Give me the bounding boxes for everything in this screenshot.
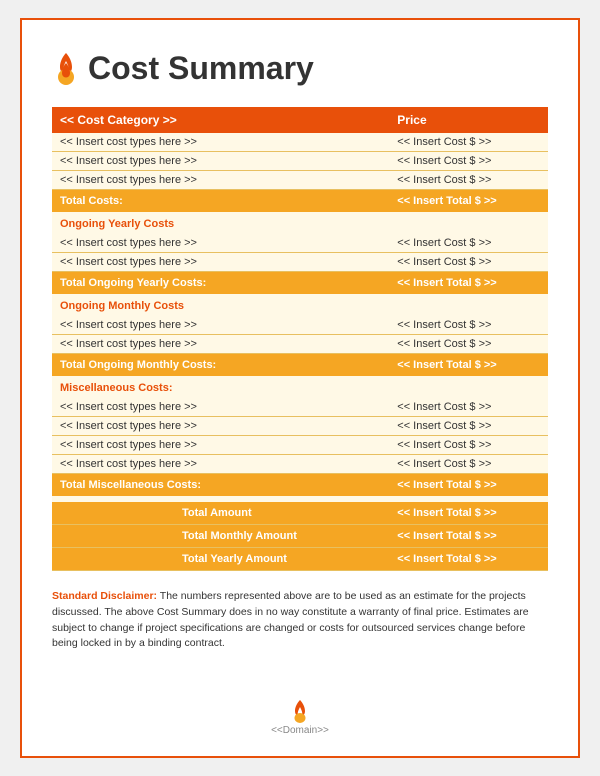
disclaimer-bold: Standard Disclaimer: [52, 590, 157, 602]
summary-row: Total Yearly Amount << Insert Total $ >> [52, 548, 548, 571]
total-label: Total Ongoing Monthly Costs: [52, 354, 389, 377]
table-row: << Insert cost types here >> << Insert C… [52, 133, 548, 152]
total-price: << Insert Total $ >> [389, 474, 548, 497]
summary-label: Total Amount [52, 502, 389, 525]
item-price: << Insert Cost $ >> [389, 316, 548, 335]
header-category: << Cost Category >> [52, 107, 389, 133]
table-row: << Insert cost types here >> << Insert C… [52, 234, 548, 253]
summary-row: Total Monthly Amount << Insert Total $ >… [52, 525, 548, 548]
table-row: << Insert cost types here >> << Insert C… [52, 171, 548, 190]
table-row: << Insert cost types here >> << Insert C… [52, 455, 548, 474]
section-header-row: Ongoing Yearly Costs [52, 212, 548, 234]
item-label: << Insert cost types here >> [52, 316, 389, 335]
section-name: Ongoing Yearly Costs [52, 212, 548, 234]
section-name: Ongoing Monthly Costs [52, 294, 548, 316]
section-header-row: Ongoing Monthly Costs [52, 294, 548, 316]
summary-label: Total Yearly Amount [52, 548, 389, 571]
section-header-row: Miscellaneous Costs: [52, 376, 548, 398]
table-row: << Insert cost types here >> << Insert C… [52, 417, 548, 436]
header: Cost Summary [52, 50, 548, 87]
cost-table: << Cost Category >> Price << Insert cost… [52, 107, 548, 571]
table-row: << Insert cost types here >> << Insert C… [52, 398, 548, 417]
table-row: << Insert cost types here >> << Insert C… [52, 335, 548, 354]
item-price: << Insert Cost $ >> [389, 152, 548, 171]
item-label: << Insert cost types here >> [52, 455, 389, 474]
disclaimer: Standard Disclaimer: The numbers represe… [52, 589, 548, 652]
item-label: << Insert cost types here >> [52, 152, 389, 171]
total-label: Total Miscellaneous Costs: [52, 474, 389, 497]
item-price: << Insert Cost $ >> [389, 417, 548, 436]
footer: <<Domain>> [52, 689, 548, 736]
item-price: << Insert Cost $ >> [389, 455, 548, 474]
item-price: << Insert Cost $ >> [389, 335, 548, 354]
table-row: << Insert cost types here >> << Insert C… [52, 253, 548, 272]
table-header-row: << Cost Category >> Price [52, 107, 548, 133]
item-label: << Insert cost types here >> [52, 234, 389, 253]
total-label: Total Costs: [52, 190, 389, 213]
summary-label: Total Monthly Amount [52, 525, 389, 548]
total-price: << Insert Total $ >> [389, 190, 548, 213]
total-label: Total Ongoing Yearly Costs: [52, 272, 389, 295]
item-label: << Insert cost types here >> [52, 335, 389, 354]
page-title: Cost Summary [88, 50, 314, 87]
section-name: Miscellaneous Costs: [52, 376, 548, 398]
item-price: << Insert Cost $ >> [389, 436, 548, 455]
item-label: << Insert cost types here >> [52, 171, 389, 190]
total-price: << Insert Total $ >> [389, 272, 548, 295]
table-row: << Insert cost types here >> << Insert C… [52, 316, 548, 335]
page: Cost Summary << Cost Category >> Price <… [20, 18, 580, 758]
table-row: << Insert cost types here >> << Insert C… [52, 152, 548, 171]
total-price: << Insert Total $ >> [389, 354, 548, 377]
item-label: << Insert cost types here >> [52, 253, 389, 272]
header-price: Price [389, 107, 548, 133]
item-label: << Insert cost types here >> [52, 417, 389, 436]
summary-price: << Insert Total $ >> [389, 548, 548, 571]
total-row: Total Costs: << Insert Total $ >> [52, 190, 548, 213]
footer-flame-icon [291, 699, 309, 723]
total-row: Total Ongoing Monthly Costs: << Insert T… [52, 354, 548, 377]
total-row: Total Miscellaneous Costs: << Insert Tot… [52, 474, 548, 497]
item-price: << Insert Cost $ >> [389, 133, 548, 152]
table-row: << Insert cost types here >> << Insert C… [52, 436, 548, 455]
item-price: << Insert Cost $ >> [389, 398, 548, 417]
summary-price: << Insert Total $ >> [389, 525, 548, 548]
item-price: << Insert Cost $ >> [389, 253, 548, 272]
total-row: Total Ongoing Yearly Costs: << Insert To… [52, 272, 548, 295]
item-label: << Insert cost types here >> [52, 436, 389, 455]
flame-icon [52, 51, 80, 87]
item-price: << Insert Cost $ >> [389, 171, 548, 190]
item-label: << Insert cost types here >> [52, 133, 389, 152]
summary-price: << Insert Total $ >> [389, 502, 548, 525]
footer-domain: <<Domain>> [271, 725, 329, 736]
item-label: << Insert cost types here >> [52, 398, 389, 417]
summary-row: Total Amount << Insert Total $ >> [52, 502, 548, 525]
item-price: << Insert Cost $ >> [389, 234, 548, 253]
